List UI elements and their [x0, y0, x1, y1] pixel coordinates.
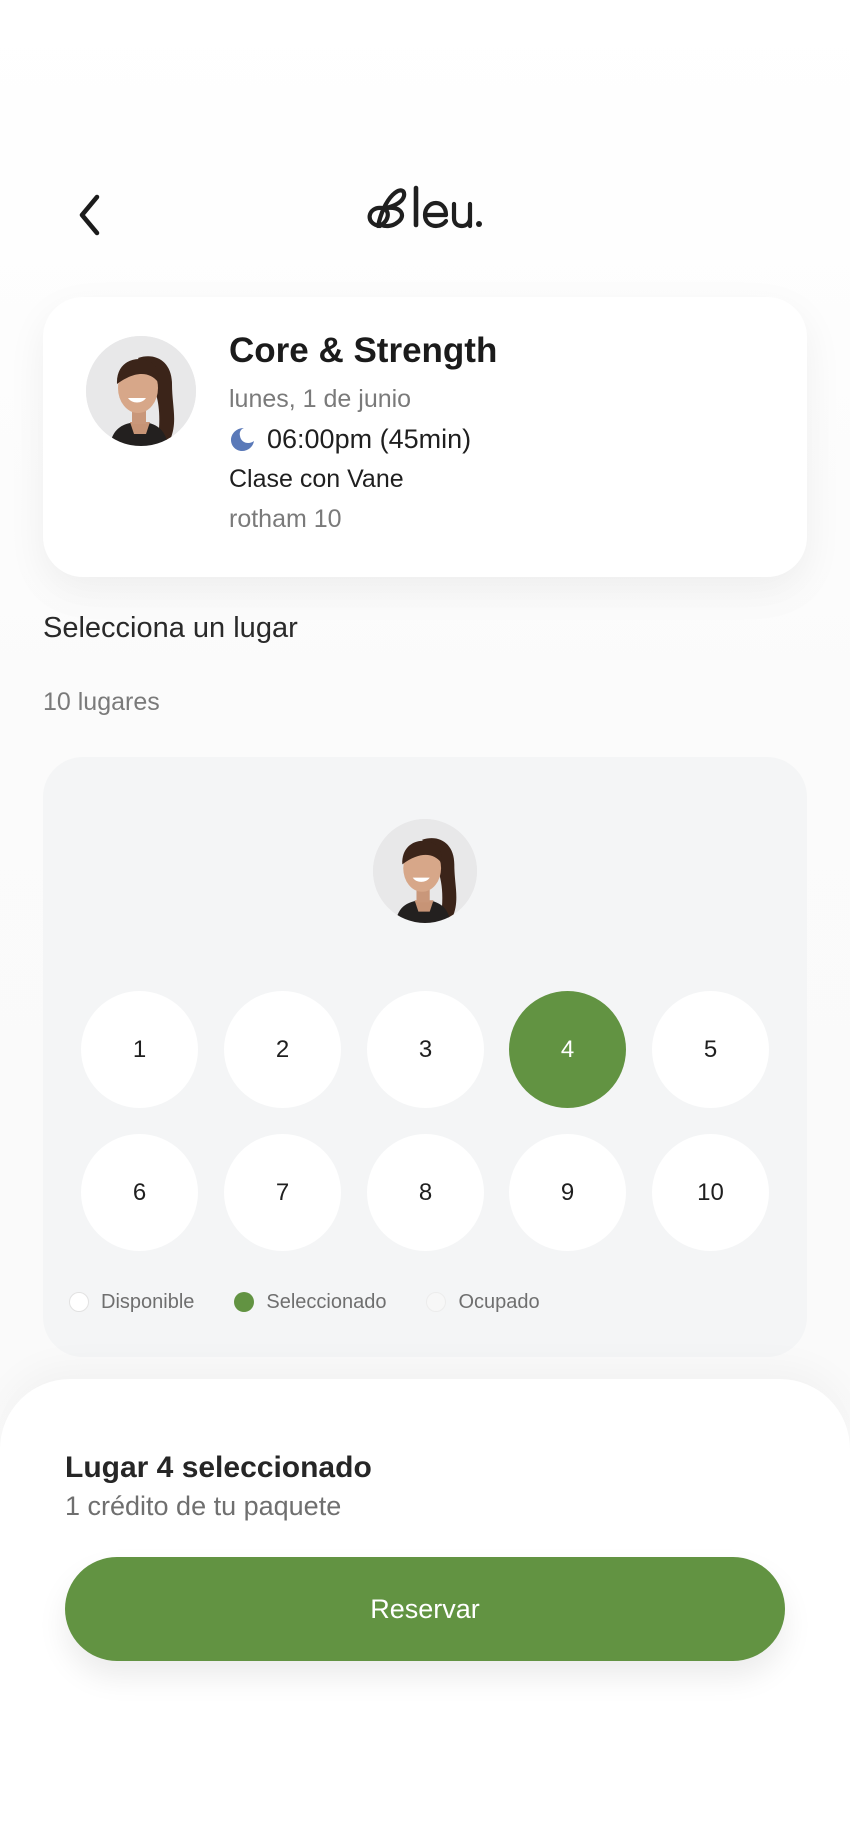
occupied-dot-icon [426, 1292, 447, 1312]
moon-icon [231, 428, 254, 451]
spot-8[interactable]: 8 [367, 1134, 484, 1251]
available-dot-icon [69, 1292, 89, 1312]
spot-6[interactable]: 6 [81, 1134, 198, 1251]
class-time-row: 06:00pm (45min) [229, 423, 471, 455]
spot-7[interactable]: 7 [224, 1134, 341, 1251]
class-instructor: Clase con Vane [229, 465, 404, 493]
spot-legend: Disponible Seleccionado Ocupado [69, 1287, 580, 1317]
chevron-left-icon [79, 194, 100, 236]
class-date: lunes, 1 de junio [229, 385, 412, 413]
reserve-button[interactable]: Reservar [65, 1557, 785, 1661]
class-location: rotham 10 [229, 505, 342, 533]
spot-2[interactable]: 2 [224, 991, 341, 1108]
legend-available: Disponible [69, 1291, 194, 1314]
class-time: 06:00pm (45min) [267, 423, 472, 454]
spot-4[interactable]: 4 [509, 991, 626, 1108]
spots-panel: 1 2 3 4 5 6 7 8 9 10 Disponible Seleccio… [43, 757, 807, 1357]
selected-dot-icon [234, 1292, 255, 1312]
spot-5[interactable]: 5 [652, 991, 769, 1108]
section-title: Selecciona un lugar [43, 612, 298, 644]
selected-spot-title: Lugar 4 seleccionado [65, 1451, 372, 1484]
spots-count: 10 lugares [43, 688, 160, 716]
bleu-logo [360, 180, 490, 240]
legend-occupied: Ocupado [426, 1290, 540, 1314]
credit-info: 1 crédito de tu paquete [65, 1491, 342, 1521]
spot-10[interactable]: 10 [652, 1134, 769, 1251]
instructor-avatar [86, 336, 196, 446]
instructor-avatar [373, 819, 477, 923]
back-button[interactable] [70, 190, 110, 240]
booking-sheet: Lugar 4 seleccionado 1 crédito de tu paq… [0, 1379, 850, 1843]
spot-1[interactable]: 1 [81, 991, 198, 1108]
legend-available-label: Disponible [101, 1290, 195, 1313]
class-card: Core & Strength lunes, 1 de junio 06:00p… [43, 297, 807, 577]
class-title: Core & Strength [229, 331, 498, 370]
spot-3[interactable]: 3 [367, 991, 484, 1108]
legend-selected-label: Seleccionado [266, 1290, 387, 1313]
legend-occupied-label: Ocupado [458, 1290, 540, 1313]
legend-selected: Seleccionado [234, 1291, 386, 1314]
spot-9[interactable]: 9 [509, 1134, 626, 1251]
